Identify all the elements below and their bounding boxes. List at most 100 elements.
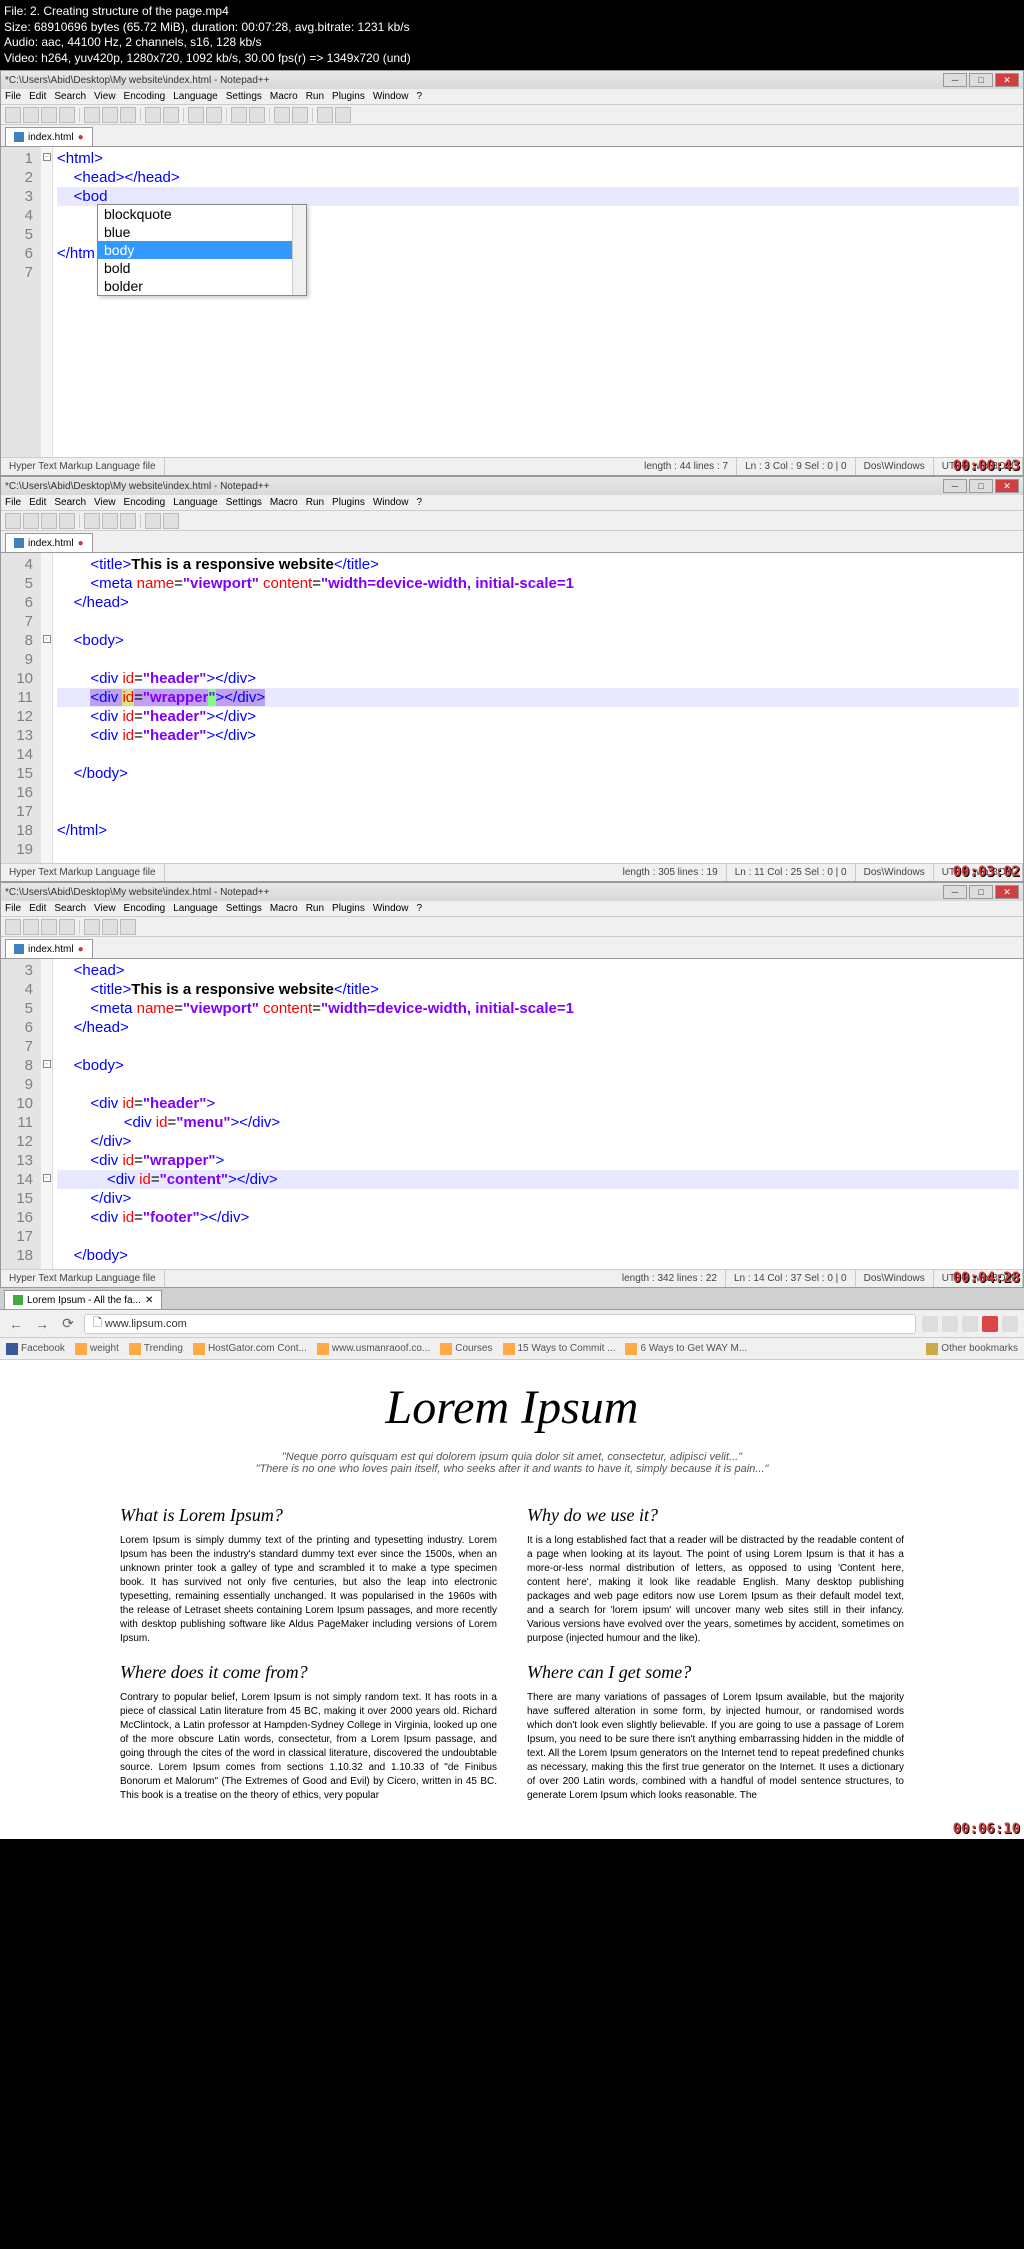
tab-index-html[interactable]: index.html● (5, 939, 93, 958)
zoom-in-icon[interactable] (231, 107, 247, 123)
save-icon[interactable] (41, 513, 57, 529)
titlebar[interactable]: *C:\Users\Abid\Desktop\My website\index.… (1, 477, 1023, 495)
address-bar[interactable]: 🗋 www.lipsum.com (84, 1314, 916, 1334)
tab-close-icon[interactable]: ● (78, 538, 84, 549)
code-editor[interactable]: 1234567 - <html> <head></head> <bod </ht… (1, 147, 1023, 457)
bookmark-weight[interactable]: weight (75, 1343, 119, 1355)
tab-close-icon[interactable]: ✕ (145, 1295, 153, 1306)
ac-item-body[interactable]: body (98, 241, 306, 259)
menu-settings[interactable]: Settings (226, 91, 262, 102)
open-file-icon[interactable] (23, 919, 39, 935)
back-button[interactable]: ← (6, 1314, 26, 1334)
reload-button[interactable]: ⟳ (58, 1314, 78, 1334)
copy-icon[interactable] (102, 107, 118, 123)
record-macro-icon[interactable] (317, 107, 333, 123)
bookmark-courses[interactable]: Courses (440, 1343, 492, 1355)
redo-icon[interactable] (163, 513, 179, 529)
menu-edit[interactable]: Edit (29, 497, 46, 508)
bookmark-trending[interactable]: Trending (129, 1343, 183, 1355)
menu-window[interactable]: Window (373, 497, 409, 508)
maximize-button[interactable]: □ (969, 73, 993, 87)
maximize-button[interactable]: □ (969, 479, 993, 493)
menu-encoding[interactable]: Encoding (124, 903, 166, 914)
save-all-icon[interactable] (59, 919, 75, 935)
paste-icon[interactable] (120, 919, 136, 935)
menu-window[interactable]: Window (373, 903, 409, 914)
cut-icon[interactable] (84, 513, 100, 529)
menu-file[interactable]: File (5, 91, 21, 102)
play-macro-icon[interactable] (335, 107, 351, 123)
menu-search[interactable]: Search (54, 497, 86, 508)
save-all-icon[interactable] (59, 513, 75, 529)
maximize-button[interactable]: □ (969, 885, 993, 899)
copy-icon[interactable] (102, 919, 118, 935)
close-button[interactable]: ✕ (995, 885, 1019, 899)
menu-encoding[interactable]: Encoding (124, 497, 166, 508)
ac-item-bold[interactable]: bold (98, 259, 306, 277)
ext-icon[interactable] (962, 1316, 978, 1332)
menu-language[interactable]: Language (173, 91, 218, 102)
bookmark-hostgator[interactable]: HostGator.com Cont... (193, 1343, 307, 1355)
zoom-out-icon[interactable] (249, 107, 265, 123)
code-editor[interactable]: 45678910111213141516171819 - <title>This… (1, 553, 1023, 863)
paste-icon[interactable] (120, 107, 136, 123)
menu-view[interactable]: View (94, 91, 116, 102)
bookmark-6ways[interactable]: 6 Ways to Get WAY M... (625, 1343, 747, 1355)
menu-settings[interactable]: Settings (226, 903, 262, 914)
autocomplete-popup[interactable]: blockquote blue body bold bolder (97, 204, 307, 296)
new-file-icon[interactable] (5, 107, 21, 123)
save-icon[interactable] (41, 919, 57, 935)
replace-icon[interactable] (206, 107, 222, 123)
menu-edit[interactable]: Edit (29, 903, 46, 914)
menu-language[interactable]: Language (173, 903, 218, 914)
menu-plugins[interactable]: Plugins (332, 91, 365, 102)
paste-icon[interactable] (120, 513, 136, 529)
menu-help[interactable]: ? (416, 497, 422, 508)
undo-icon[interactable] (145, 513, 161, 529)
menu-settings[interactable]: Settings (226, 497, 262, 508)
cut-icon[interactable] (84, 107, 100, 123)
cut-icon[interactable] (84, 919, 100, 935)
menu-icon[interactable] (1002, 1316, 1018, 1332)
opera-icon[interactable] (982, 1316, 998, 1332)
scrollbar[interactable] (292, 205, 306, 295)
other-bookmarks[interactable]: Other bookmarks (926, 1343, 1018, 1355)
undo-icon[interactable] (145, 107, 161, 123)
ext-icon[interactable] (922, 1316, 938, 1332)
tab-index-html[interactable]: index.html● (5, 533, 93, 552)
menu-help[interactable]: ? (416, 91, 422, 102)
menu-plugins[interactable]: Plugins (332, 497, 365, 508)
menu-run[interactable]: Run (306, 497, 324, 508)
tab-close-icon[interactable]: ● (78, 132, 84, 143)
find-icon[interactable] (188, 107, 204, 123)
menu-help[interactable]: ? (416, 903, 422, 914)
tab-index-html[interactable]: index.html ● (5, 127, 93, 146)
redo-icon[interactable] (163, 107, 179, 123)
menu-run[interactable]: Run (306, 903, 324, 914)
titlebar[interactable]: *C:\Users\Abid\Desktop\My website\index.… (1, 71, 1023, 89)
menu-view[interactable]: View (94, 903, 116, 914)
new-file-icon[interactable] (5, 513, 21, 529)
menu-run[interactable]: Run (306, 91, 324, 102)
menu-language[interactable]: Language (173, 497, 218, 508)
wordwrap-icon[interactable] (274, 107, 290, 123)
menu-search[interactable]: Search (54, 91, 86, 102)
menu-macro[interactable]: Macro (270, 91, 298, 102)
ext-icon[interactable] (942, 1316, 958, 1332)
new-file-icon[interactable] (5, 919, 21, 935)
copy-icon[interactable] (102, 513, 118, 529)
show-all-icon[interactable] (292, 107, 308, 123)
menu-encoding[interactable]: Encoding (124, 91, 166, 102)
bookmark-facebook[interactable]: Facebook (6, 1343, 65, 1355)
bookmark-usmanraoof[interactable]: www.usmanraoof.co... (317, 1343, 430, 1355)
close-button[interactable]: ✕ (995, 479, 1019, 493)
menu-macro[interactable]: Macro (270, 903, 298, 914)
menu-edit[interactable]: Edit (29, 91, 46, 102)
menu-file[interactable]: File (5, 497, 21, 508)
save-all-icon[interactable] (59, 107, 75, 123)
close-button[interactable]: ✕ (995, 73, 1019, 87)
ac-item-bolder[interactable]: bolder (98, 277, 306, 295)
ac-item-blue[interactable]: blue (98, 223, 306, 241)
code-editor[interactable]: 3456789101112131415161718 -- <head> <tit… (1, 959, 1023, 1269)
code-area[interactable]: <title>This is a responsive website</tit… (53, 553, 1023, 863)
